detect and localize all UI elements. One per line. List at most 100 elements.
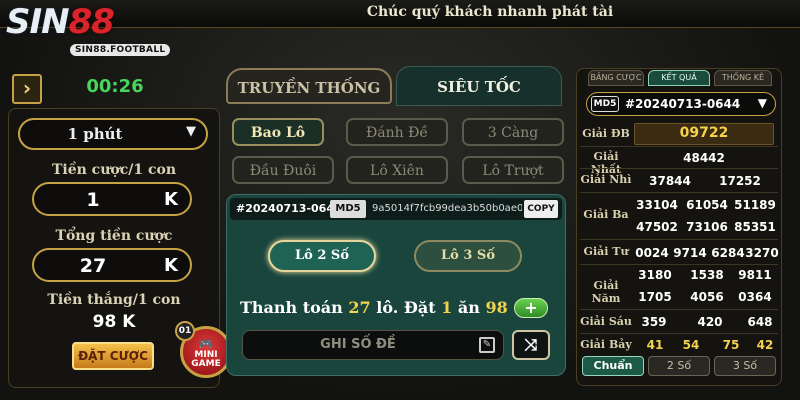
total-bet-unit: K: [164, 255, 178, 276]
tab-results[interactable]: KẾT QUẢ: [648, 70, 710, 86]
option-lo-3-so[interactable]: Lô 3 Số: [414, 240, 522, 272]
shuffle-icon: ⤨: [524, 335, 538, 354]
prize-value: 48442: [683, 151, 725, 165]
back-button[interactable]: ›: [12, 74, 42, 104]
prize-value: 17252: [719, 174, 761, 188]
tab-fast[interactable]: SIÊU TỐC: [396, 66, 562, 106]
pay-prefix: Thanh toán: [240, 298, 343, 317]
win-per-label: Tiền thắng/1 con: [47, 292, 181, 308]
chevron-right-icon: ›: [22, 76, 32, 100]
row-divider: [580, 192, 778, 193]
tab-statistics[interactable]: THỐNG KÊ: [714, 70, 772, 86]
logo-text-88: 88: [68, 2, 115, 42]
place-bet-button[interactable]: ĐẶT CƯỢC: [72, 342, 154, 370]
prize-value: 9811: [738, 268, 772, 282]
prize-value: 33104: [636, 198, 678, 212]
row-divider: [580, 239, 778, 240]
prize-value: 61054: [686, 198, 728, 212]
pay-mid: lô. Đặt: [376, 298, 436, 317]
type-dau-duoi[interactable]: Đầu Đuôi: [232, 156, 334, 184]
bet-per-value: 1: [86, 189, 100, 211]
caret-down-icon: ▼: [757, 96, 767, 110]
type-bao-lo[interactable]: Bao Lô: [232, 118, 324, 146]
bet-per-input[interactable]: 1 K: [32, 182, 192, 216]
plus-icon: +: [524, 298, 538, 317]
session-id: #20240713-0645: [236, 202, 342, 215]
number-input[interactable]: GHI SỐ ĐỀ ✎: [242, 330, 504, 360]
md5-session-id: #20240713-0644: [625, 97, 741, 111]
prize-value: 42: [756, 338, 774, 352]
bet-per-label: Tiền cược/1 con: [51, 162, 177, 178]
type-lo-truot[interactable]: Lô Trượt: [462, 156, 564, 184]
edit-icon[interactable]: ✎: [479, 337, 495, 353]
prize-label: Giải Sáu: [580, 315, 632, 328]
shuffle-button[interactable]: ⤨: [512, 330, 550, 360]
prize-value: 51189: [734, 198, 776, 212]
row-divider: [580, 146, 778, 147]
logo-text-sin: SIN: [6, 2, 70, 42]
md5-tag: MD5: [330, 200, 366, 218]
prize-label: Giải Tư: [583, 245, 629, 258]
mini-game-button[interactable]: 01 🎮 MINI GAME: [175, 321, 232, 378]
add-button[interactable]: +: [514, 298, 548, 318]
payment-summary: Thanh toán 27 lô. Đặt 1 ăn 98: [240, 298, 508, 317]
total-bet-value: 27: [79, 255, 107, 277]
prize-label: Giải Nhì: [580, 173, 632, 186]
prize-label: Giải Bảy: [580, 338, 632, 351]
type-3-cang[interactable]: 3 Càng: [462, 118, 564, 146]
pay-win: 98: [485, 298, 508, 317]
row-divider: [580, 333, 778, 334]
number-input-placeholder: GHI SỐ ĐỀ: [320, 337, 396, 352]
prize-value: 54: [682, 338, 700, 352]
caret-down-icon: ▼: [186, 124, 196, 139]
md5-session-select[interactable]: MD5 #20240713-0644 ▼: [586, 92, 776, 116]
option-lo-2-so[interactable]: Lô 2 Số: [268, 240, 376, 272]
prize-value: 3270: [745, 246, 779, 260]
prize-value: 73106: [686, 220, 728, 234]
filter-standard[interactable]: Chuẩn: [582, 356, 644, 376]
md5-label: MD5: [591, 96, 619, 112]
header-title: Chúc quý khách nhanh phát tài: [366, 4, 614, 20]
filter-2-so[interactable]: 2 Số: [648, 356, 710, 376]
prize-value: 1538: [690, 268, 724, 282]
pay-stake: 1: [441, 298, 453, 317]
row-divider: [580, 309, 778, 310]
copy-button[interactable]: COPY: [524, 200, 558, 218]
mini-game-label-2: GAME: [191, 359, 221, 369]
prize-value: 41: [646, 338, 664, 352]
prize-value: 0364: [738, 290, 772, 304]
duration-value: 1 phút: [67, 125, 123, 143]
prize-value: 4056: [690, 290, 724, 304]
pay-count: 27: [348, 298, 371, 317]
prize-value: 85351: [734, 220, 776, 234]
type-danh-de[interactable]: Đánh Đề: [346, 118, 448, 146]
prize-label: Giải Ba: [583, 208, 629, 221]
logo: SIN88 SIN88.FOOTBALL: [6, 2, 171, 62]
prize-value: 6284: [711, 246, 745, 260]
prize-value: 9714: [673, 246, 707, 260]
row-divider: [580, 168, 778, 169]
prize-value: 359: [641, 315, 667, 329]
prize-label: Giải ĐB: [582, 127, 630, 140]
mini-game-badge: 01: [175, 321, 195, 341]
prize-value: 3180: [638, 268, 672, 282]
tab-bet-board[interactable]: BẢNG CƯỢC: [588, 70, 644, 86]
type-lo-xien[interactable]: Lô Xiên: [346, 156, 448, 184]
md5-hash: 9a5014f7fcb99dea3b50b0ae0: [372, 203, 522, 214]
prize-value: 1705: [638, 290, 672, 304]
prize-value: 09722: [679, 125, 729, 141]
total-bet-field: 27 K: [32, 248, 192, 282]
duration-select[interactable]: 1 phút ▼: [18, 118, 208, 150]
tab-traditional[interactable]: TRUYỀN THỐNG: [226, 68, 392, 104]
row-divider: [580, 264, 778, 265]
pay-an: ăn: [457, 298, 480, 317]
game-screen: Chúc quý khách nhanh phát tài SIN88 SIN8…: [0, 0, 800, 400]
prize-value: 420: [697, 315, 723, 329]
total-bet-label: Tổng tiền cược: [55, 228, 173, 244]
prize-label: Giải Năm: [591, 279, 621, 305]
countdown-timer: 00:26: [86, 76, 144, 97]
prize-value: 648: [747, 315, 773, 329]
filter-3-so[interactable]: 3 Số: [714, 356, 776, 376]
logo-subtitle: SIN88.FOOTBALL: [70, 44, 171, 56]
prize-value: 37844: [649, 174, 691, 188]
